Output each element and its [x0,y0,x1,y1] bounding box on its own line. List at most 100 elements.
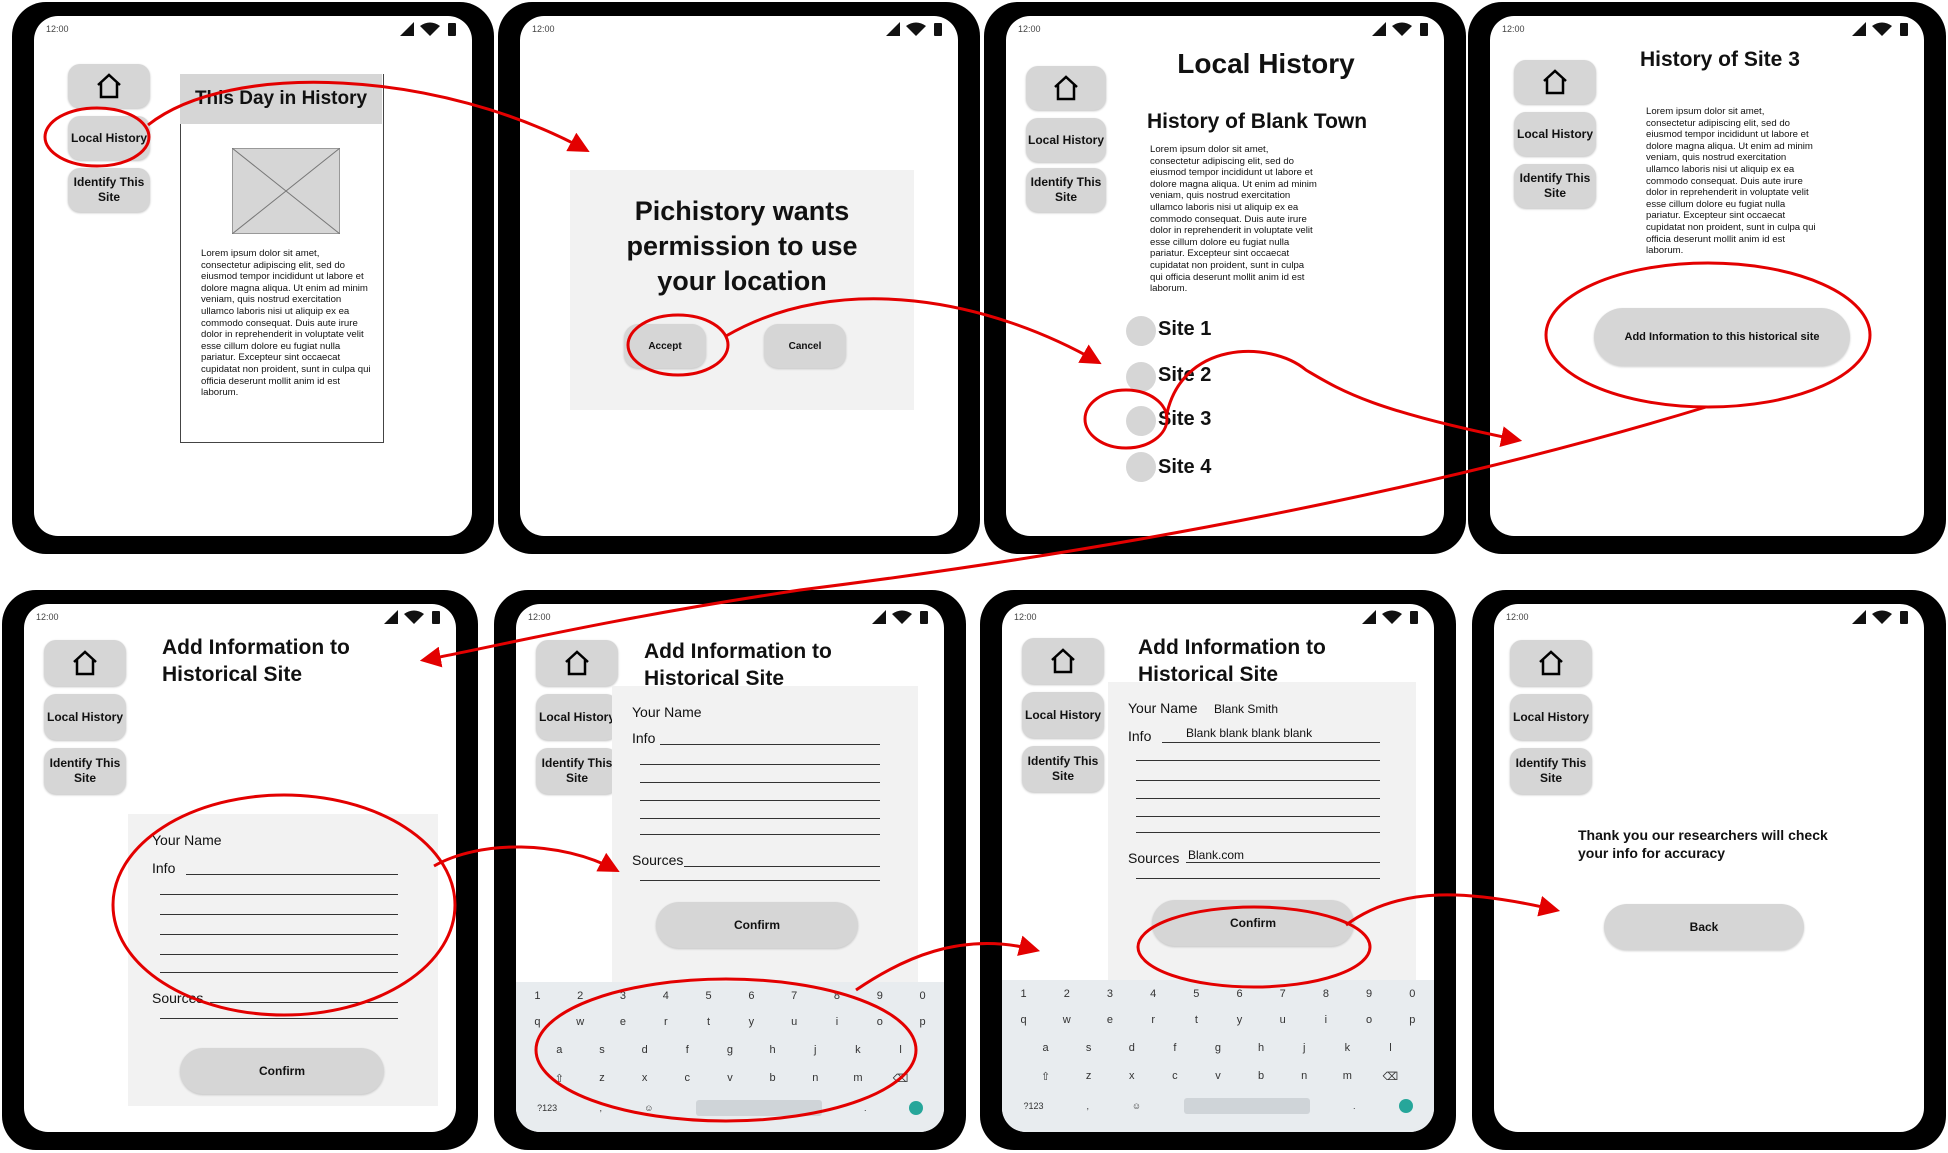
spacebar[interactable] [695,1100,822,1116]
home-button[interactable] [1026,66,1106,110]
home-button[interactable] [1514,60,1596,104]
sources-line[interactable] [640,880,880,881]
key[interactable]: 4 [1138,988,1168,1000]
shift-key-icon[interactable]: ⇧ [1031,1070,1061,1083]
key[interactable]: a [544,1044,574,1056]
local-history-button[interactable]: Local History [1510,694,1592,740]
local-history-button[interactable]: Local History [1022,692,1104,738]
key[interactable]: f [672,1044,702,1056]
sources-line[interactable] [1136,878,1380,879]
info-line[interactable] [160,954,398,955]
info-line[interactable] [160,972,398,973]
accept-button[interactable]: Accept [624,324,706,368]
key[interactable]: x [630,1072,660,1085]
key[interactable]: d [630,1044,660,1056]
info-value[interactable]: Blank blank blank blank [1186,726,1312,740]
key[interactable]: 2 [1052,988,1082,1000]
info-line[interactable] [1136,832,1380,833]
key[interactable]: g [715,1044,745,1056]
home-button[interactable] [1022,638,1104,684]
period-key[interactable]: . [864,1103,867,1113]
local-history-button[interactable]: Local History [536,694,618,740]
info-line[interactable] [160,934,398,935]
info-line[interactable] [1136,798,1380,799]
key[interactable]: k [843,1044,873,1056]
info-line[interactable] [640,818,880,819]
identify-site-button[interactable]: Identify This Site [68,168,150,212]
key[interactable]: o [865,1016,895,1028]
back-button[interactable]: Back [1604,904,1804,950]
key[interactable]: 1 [1009,988,1039,1000]
key[interactable]: 3 [608,990,638,1002]
info-line[interactable] [640,800,880,801]
shift-key-icon[interactable]: ⇧ [544,1072,574,1085]
site-2-radio[interactable] [1126,362,1156,392]
key[interactable]: z [1074,1070,1104,1083]
key[interactable]: l [886,1044,916,1056]
key[interactable]: y [1225,1014,1255,1026]
sources-input[interactable] [684,866,880,867]
onscreen-keyboard[interactable]: 1 2 3 4 5 6 7 8 9 0 q w e r t y u i o p a s d f g h j k l ⇧ z x c v b n m… [1002,980,1434,1132]
enter-key-icon[interactable] [1398,1099,1413,1113]
info-line[interactable] [640,834,880,835]
key[interactable]: j [1289,1042,1319,1054]
local-history-button[interactable]: Local History [1514,112,1596,156]
key[interactable]: a [1031,1042,1061,1054]
identify-site-button[interactable]: Identify This Site [536,748,618,794]
key[interactable]: d [1117,1042,1147,1054]
confirm-button[interactable]: Confirm [180,1048,384,1094]
key[interactable]: z [587,1072,617,1085]
key[interactable]: 8 [822,990,852,1002]
site-4-radio[interactable] [1126,452,1156,482]
identify-site-button[interactable]: Identify This Site [1022,746,1104,792]
key[interactable]: 2 [565,990,595,1002]
key[interactable]: s [1074,1042,1104,1054]
key[interactable]: j [800,1044,830,1056]
key[interactable]: l [1375,1042,1405,1054]
confirm-button[interactable]: Confirm [656,902,858,948]
key[interactable]: e [608,1016,638,1028]
info-line[interactable] [1136,760,1380,761]
key[interactable]: 3 [1095,988,1125,1000]
symbols-key[interactable]: ?123 [537,1103,557,1113]
key[interactable]: 1 [522,990,552,1002]
key[interactable]: m [1332,1070,1362,1083]
emoji-key-icon[interactable]: ☺ [1132,1101,1141,1111]
key[interactable]: o [1354,1014,1384,1026]
key[interactable]: 6 [736,990,766,1002]
key[interactable]: p [1397,1014,1427,1026]
local-history-button[interactable]: Local History [1026,118,1106,162]
info-line[interactable] [640,782,880,783]
key[interactable]: h [1246,1042,1276,1054]
key[interactable]: c [672,1072,702,1085]
key[interactable]: 8 [1311,988,1341,1000]
site-1-radio[interactable] [1126,316,1156,346]
sources-value[interactable]: Blank.com [1188,848,1244,862]
key[interactable]: i [1311,1014,1341,1026]
key[interactable]: q [1009,1014,1039,1026]
key[interactable]: y [736,1016,766,1028]
info-line[interactable] [640,764,880,765]
period-key[interactable]: . [1353,1101,1356,1111]
key[interactable]: b [1246,1070,1276,1083]
key[interactable]: n [1289,1070,1319,1083]
key[interactable]: w [1052,1014,1082,1026]
backspace-key-icon[interactable]: ⌫ [886,1072,916,1085]
key[interactable]: 5 [694,990,724,1002]
key[interactable]: 0 [908,990,938,1002]
key[interactable]: p [908,1016,938,1028]
key[interactable]: 4 [651,990,681,1002]
symbols-key[interactable]: ?123 [1023,1101,1043,1111]
key[interactable]: 7 [1268,988,1298,1000]
key[interactable]: f [1160,1042,1190,1054]
key[interactable]: r [651,1016,681,1028]
key[interactable]: b [758,1072,788,1085]
spacebar[interactable] [1184,1098,1311,1114]
sources-input[interactable] [210,1002,398,1003]
identify-site-button[interactable]: Identify This Site [44,748,126,794]
key[interactable]: 9 [865,990,895,1002]
key[interactable]: k [1332,1042,1362,1054]
key[interactable]: w [565,1016,595,1028]
sources-input[interactable] [1186,862,1380,863]
info-input[interactable] [1162,742,1380,743]
